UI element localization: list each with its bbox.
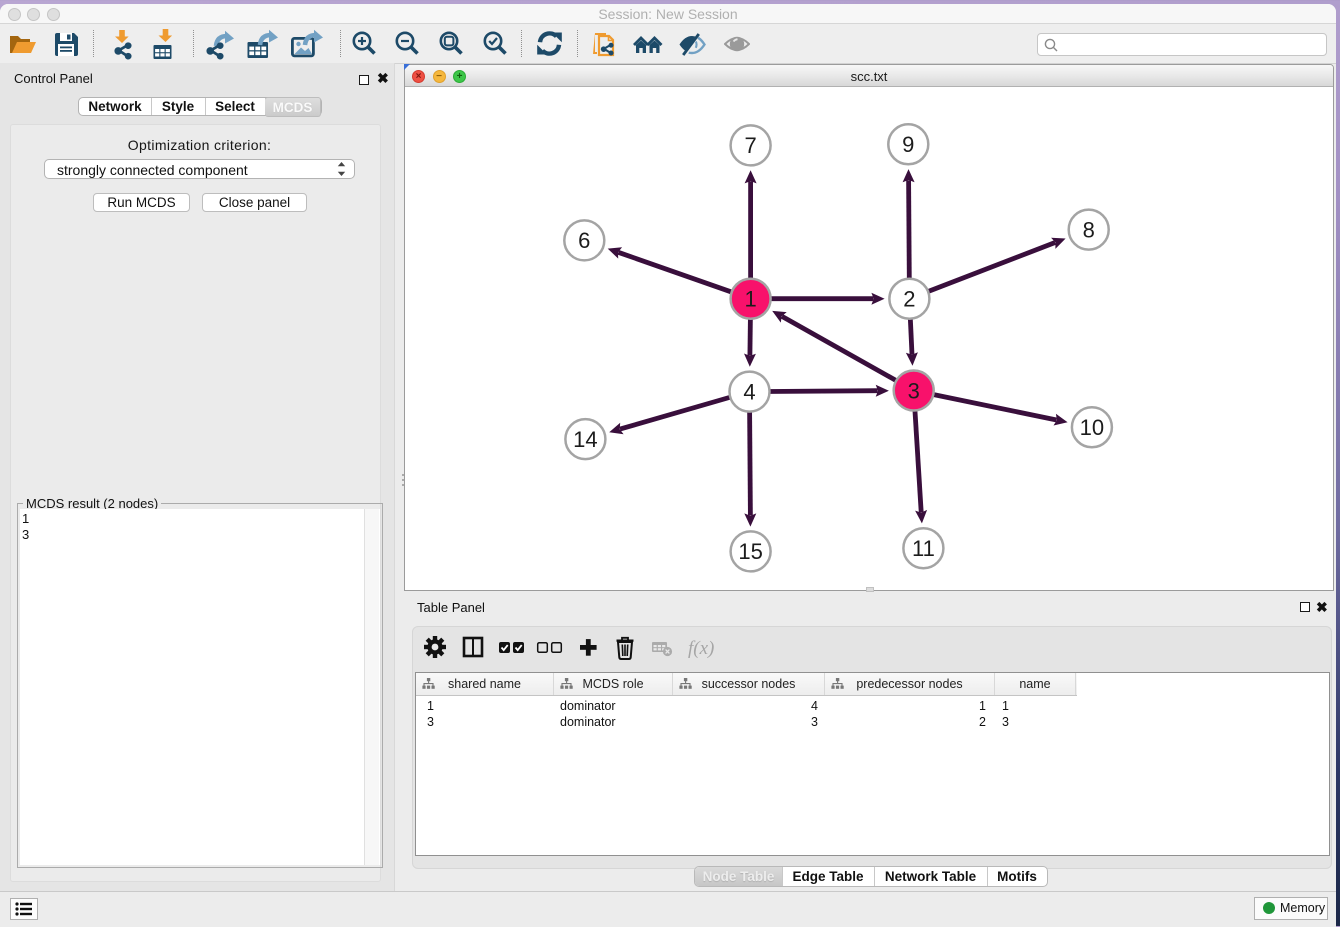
svg-text:1: 1 [744,287,756,312]
svg-text:f(x): f(x) [688,638,714,659]
svg-text:11: 11 [912,536,935,561]
svg-text:3: 3 [908,378,920,403]
svg-text:14: 14 [573,427,597,452]
svg-text:4: 4 [743,379,755,404]
svg-text:2: 2 [903,287,915,312]
svg-text:10: 10 [1080,415,1104,440]
svg-text:6: 6 [578,228,590,253]
svg-text:15: 15 [738,539,762,564]
svg-text:9: 9 [902,132,914,157]
svg-text:7: 7 [744,133,756,158]
svg-text:8: 8 [1083,217,1095,242]
